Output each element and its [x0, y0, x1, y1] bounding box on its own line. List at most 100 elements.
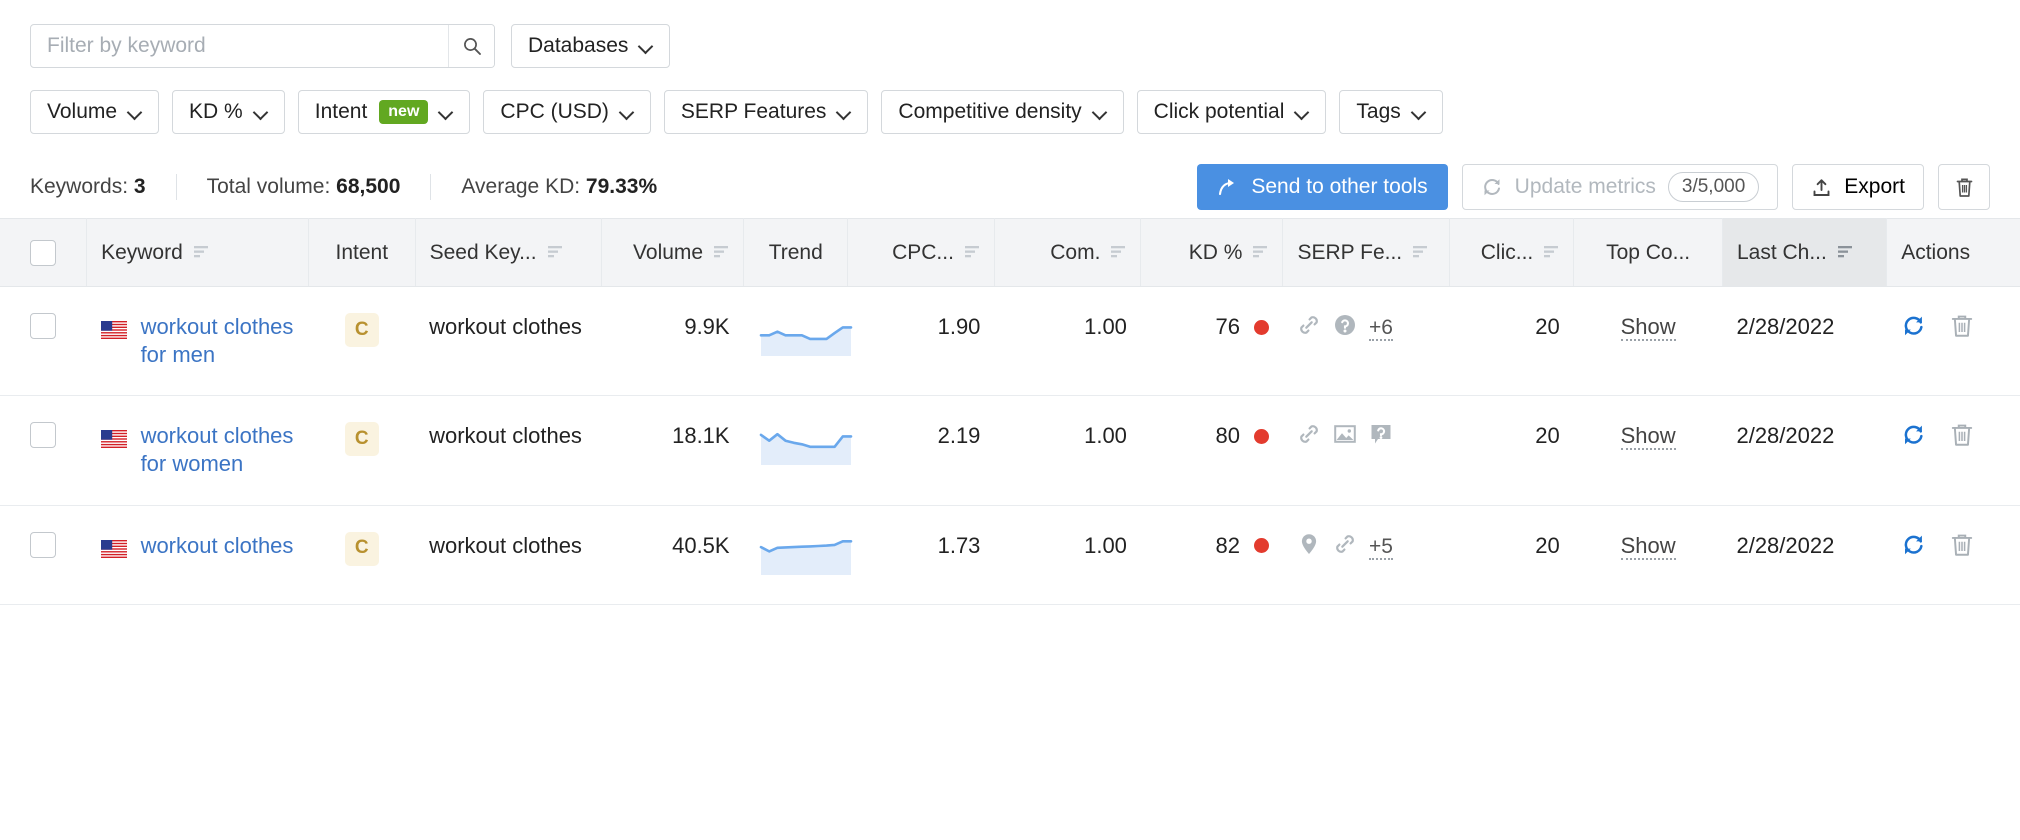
stats-group: Keywords: 3 Total volume: 68,500 Average… [30, 174, 687, 200]
column-header-label: Trend [769, 241, 823, 265]
us-flag-icon [101, 430, 127, 448]
keyword-cell: workout clothes [87, 505, 309, 604]
filter-label: Competitive density [898, 100, 1081, 124]
row-refresh-button[interactable] [1901, 313, 1927, 346]
serp-features-cell: +5 [1283, 505, 1449, 604]
cpc-cell: 2.19 [848, 396, 995, 505]
trend-sparkline [758, 532, 854, 578]
column-header-trend: Trend [744, 219, 848, 287]
column-header-volume[interactable]: Volume [602, 219, 744, 287]
column-header-keyword[interactable]: Keyword [87, 219, 309, 287]
trend-cell [744, 287, 848, 396]
sort-icon [965, 244, 979, 259]
filter-volume[interactable]: Volume [30, 90, 159, 134]
column-header-lastch[interactable]: Last Ch... [1722, 219, 1886, 287]
us-flag-icon [101, 321, 127, 339]
keyword-filter-search[interactable] [30, 24, 495, 68]
us-flag-icon [101, 318, 127, 336]
filter-serp-features[interactable]: SERP Features [664, 90, 869, 134]
row-checkbox[interactable] [30, 532, 56, 558]
kd-cell: 76 [1141, 287, 1283, 396]
map-pin-icon[interactable] [1297, 532, 1321, 563]
serp-more-link[interactable]: +5 [1369, 535, 1393, 560]
filter-cpc-usd[interactable]: CPC (USD) [483, 90, 651, 134]
show-competitors-link[interactable]: Show [1621, 423, 1676, 450]
column-header-serp[interactable]: SERP Fe... [1283, 219, 1449, 287]
intent-badge[interactable]: C [345, 532, 379, 566]
top-competitors-cell: Show [1574, 287, 1723, 396]
row-trash-button[interactable] [1949, 532, 1975, 565]
filter-intent[interactable]: Intentnew [298, 90, 471, 134]
databases-dropdown[interactable]: Databases [511, 24, 670, 68]
sort-icon[interactable] [1543, 241, 1559, 265]
serp-more-link[interactable]: +6 [1369, 316, 1393, 341]
show-competitors-link[interactable]: Show [1621, 533, 1676, 560]
update-metrics-button[interactable]: Update metrics 3/5,000 [1462, 164, 1779, 210]
row-refresh-button[interactable] [1901, 422, 1927, 455]
link-icon[interactable] [1333, 532, 1357, 563]
filter-competitive-density[interactable]: Competitive density [881, 90, 1123, 134]
search-button[interactable] [448, 25, 494, 67]
keyword-link[interactable]: workout clothes [141, 532, 294, 560]
sort-icon [714, 244, 728, 259]
sort-icon[interactable] [1110, 241, 1126, 265]
sort-icon[interactable] [964, 241, 980, 265]
search-input[interactable] [31, 25, 448, 67]
share-arrow-icon [1217, 176, 1239, 198]
column-header-label: Actions [1901, 241, 1970, 265]
sort-icon[interactable] [1412, 241, 1428, 265]
intent-cell: C [309, 396, 416, 505]
column-header-label: Keyword [101, 241, 183, 265]
column-header-label: Com. [1050, 241, 1100, 265]
filter-label: Click potential [1154, 100, 1285, 124]
row-checkbox[interactable] [30, 313, 56, 339]
link-icon[interactable] [1297, 313, 1321, 344]
column-header-seed[interactable]: Seed Key... [415, 219, 601, 287]
export-button[interactable]: Export [1792, 164, 1924, 210]
image-icon[interactable] [1333, 422, 1357, 453]
competition-cell: 1.00 [994, 396, 1141, 505]
select-all-checkbox[interactable] [30, 240, 56, 266]
column-header-checkbox [0, 219, 87, 287]
link-icon[interactable] [1297, 422, 1321, 453]
sort-icon[interactable] [193, 241, 209, 265]
clicks-cell: 20 [1449, 287, 1573, 396]
link-icon [1297, 313, 1321, 337]
faq-icon[interactable] [1333, 313, 1357, 344]
competition-cell: 1.00 [994, 287, 1141, 396]
column-header-cpc[interactable]: CPC... [848, 219, 995, 287]
filter-click-potential[interactable]: Click potential [1137, 90, 1327, 134]
intent-badge[interactable]: C [345, 422, 379, 456]
column-header-clicks[interactable]: Clic... [1449, 219, 1573, 287]
sort-icon[interactable] [1252, 241, 1268, 265]
row-trash-button[interactable] [1949, 422, 1975, 455]
intent-badge[interactable]: C [345, 313, 379, 347]
trend-sparkline [758, 422, 854, 468]
sort-icon[interactable] [547, 241, 563, 265]
table-body: workout clothes for menCworkout clothes9… [0, 287, 2020, 605]
volume-cell: 40.5K [602, 505, 744, 604]
keyword-manager-page: Databases Volume KD % Intentnew CPC (USD) SE… [0, 0, 2020, 840]
row-refresh-button[interactable] [1901, 532, 1927, 565]
filter-tags[interactable]: Tags [1339, 90, 1442, 134]
column-header-topco: Top Co... [1574, 219, 1723, 287]
refresh-icon [1901, 532, 1927, 558]
sort-icon [1544, 244, 1558, 259]
filter-label: SERP Features [681, 100, 827, 124]
people-also-ask-icon[interactable] [1369, 422, 1393, 453]
row-trash-button[interactable] [1949, 313, 1975, 346]
delete-selected-button[interactable] [1938, 164, 1990, 210]
column-header-com[interactable]: Com. [994, 219, 1141, 287]
column-header-label: Clic... [1481, 241, 1534, 265]
row-checkbox[interactable] [30, 422, 56, 448]
filter-kd[interactable]: KD % [172, 90, 285, 134]
sort-icon[interactable] [713, 241, 729, 265]
keyword-link[interactable]: workout clothes for men [141, 313, 295, 369]
send-to-other-tools-button[interactable]: Send to other tools [1197, 164, 1447, 210]
image-icon [1333, 422, 1357, 446]
table-row: workout clothes for womenCworkout clothe… [0, 396, 2020, 505]
keyword-link[interactable]: workout clothes for women [141, 422, 295, 478]
show-competitors-link[interactable]: Show [1621, 314, 1676, 341]
sort-icon[interactable] [1837, 241, 1853, 265]
column-header-kd[interactable]: KD % [1141, 219, 1283, 287]
